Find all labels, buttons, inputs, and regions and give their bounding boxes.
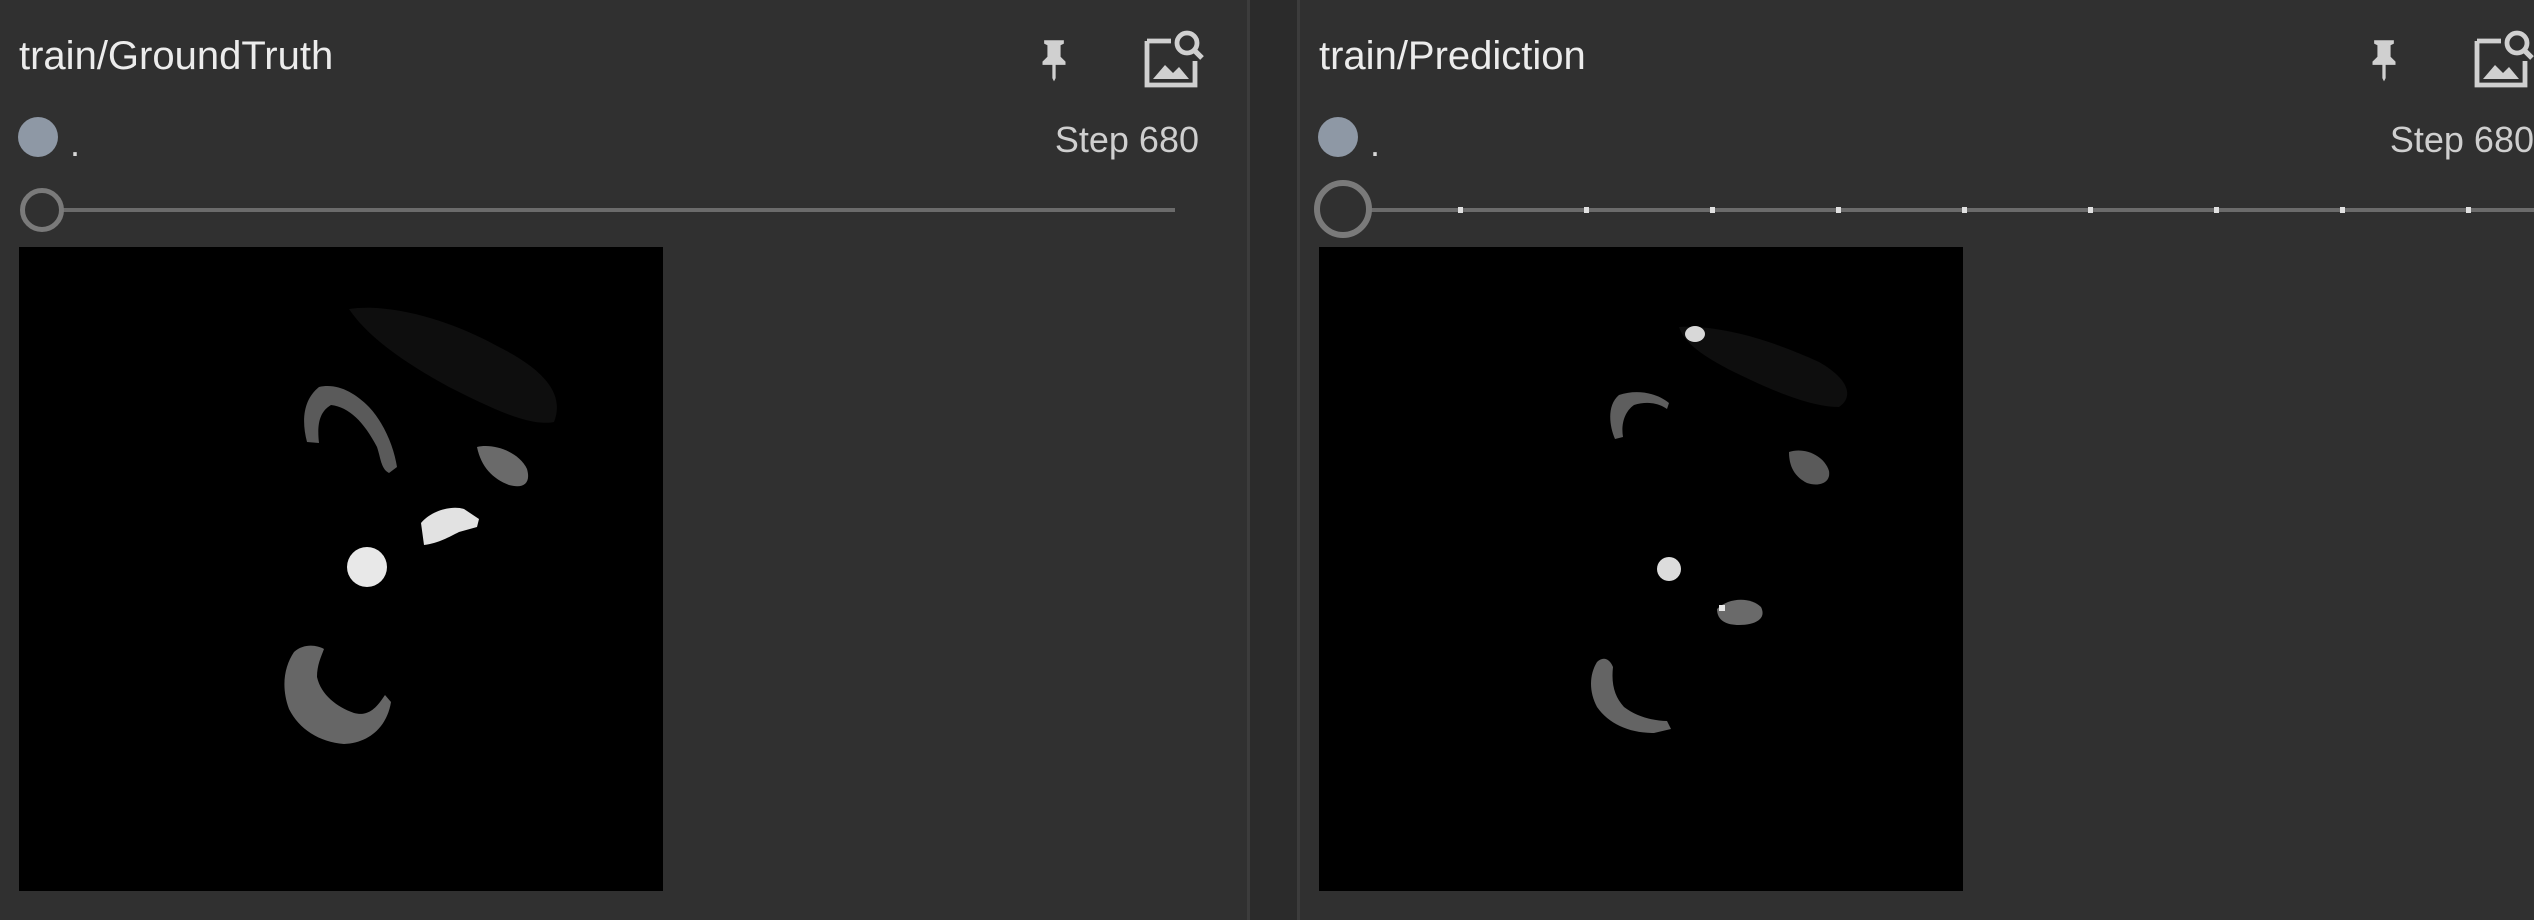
mask-region-circle: [347, 547, 387, 587]
run-name: .: [70, 123, 81, 164]
slider-tick: [2088, 207, 2093, 213]
card-title: train/GroundTruth: [19, 34, 334, 78]
mask-region-circle: [1657, 557, 1681, 581]
prediction-mask: [1591, 326, 1848, 733]
run-color-dot: [18, 117, 58, 157]
segmentation-image: [19, 247, 663, 891]
run-name: .: [1370, 123, 1381, 164]
card-title: train/Prediction: [1319, 34, 1586, 78]
slider-tick: [1836, 207, 1841, 213]
panel-divider: [1247, 0, 1300, 920]
mask-region-arc-upper: [304, 386, 397, 473]
slider-thumb[interactable]: [20, 188, 64, 232]
mask-region-oval: [1789, 450, 1830, 485]
step-slider[interactable]: [20, 180, 1175, 240]
mask-region-oval-small: [1717, 599, 1763, 625]
image-zoom-icon: [2474, 30, 2534, 88]
mask-region-oval: [477, 446, 529, 487]
mask-region-bright-fleck: [1719, 605, 1725, 611]
groundtruth-mask: [284, 307, 557, 744]
mask-region-arc-lower: [1591, 658, 1671, 733]
slider-tick: [2214, 207, 2219, 213]
pin-button[interactable]: [1030, 30, 1078, 90]
slider-thumb[interactable]: [1314, 180, 1372, 238]
slider-track[interactable]: [40, 208, 1175, 212]
mask-region-arc-lower: [284, 645, 391, 744]
pin-icon: [1042, 40, 1066, 82]
mask-region-small-bright: [1685, 326, 1705, 342]
step-slider[interactable]: [1314, 180, 2534, 240]
slider-tick: [1710, 207, 1715, 213]
mask-region-bright: [421, 507, 479, 545]
image-card-prediction: train/Prediction . Step 680: [1300, 0, 2534, 920]
slider-tick: [1962, 207, 1967, 213]
view-image-button[interactable]: [1138, 24, 1208, 94]
slider-tick: [2466, 207, 2471, 213]
segmentation-image: [1319, 247, 1963, 891]
pin-icon: [2372, 40, 2396, 82]
mask-region-faint: [1679, 326, 1848, 407]
image-card-groundtruth: train/GroundTruth . Step 680: [0, 0, 1247, 920]
step-label: Step 680: [2389, 119, 2534, 160]
mask-region-arc-upper: [1610, 392, 1669, 439]
run-color-dot: [1318, 117, 1358, 157]
view-image-button[interactable]: [2468, 24, 2534, 94]
step-label: Step 680: [1054, 119, 1199, 160]
slider-tick: [1458, 207, 1463, 213]
pin-button[interactable]: [2360, 30, 2408, 90]
mask-region-faint: [349, 307, 557, 423]
slider-tick: [1584, 207, 1589, 213]
slider-tick: [2340, 207, 2345, 213]
image-zoom-icon: [1144, 30, 1204, 88]
slider-track[interactable]: [1340, 208, 2534, 212]
